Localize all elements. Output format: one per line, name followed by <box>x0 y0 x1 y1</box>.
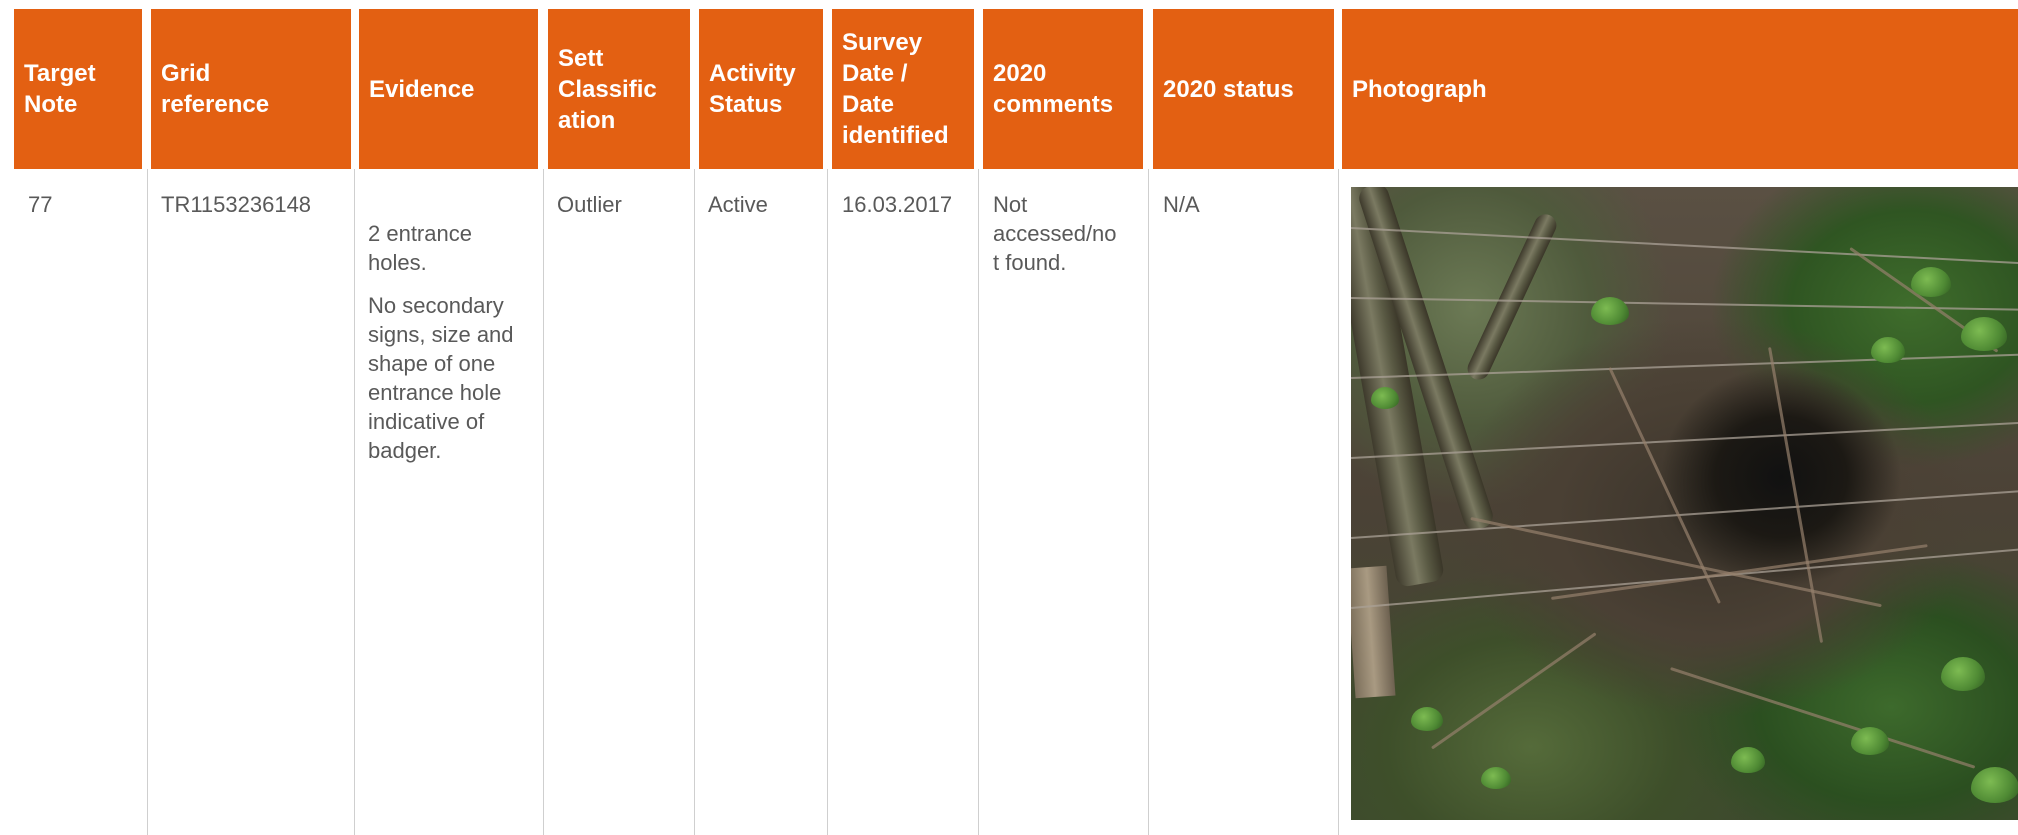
twig <box>1431 632 1597 750</box>
cell-activity-status: Active <box>708 192 768 217</box>
header-survey-date: Survey Date / Date identified <box>832 9 974 169</box>
leaf <box>1371 387 1399 409</box>
evidence-paragraph-1: 2 entrance holes. <box>368 221 472 275</box>
sett-photograph <box>1351 187 2018 820</box>
header-target-note: Target Note <box>14 9 142 169</box>
header-sett-classification: Sett Classific ation <box>548 9 690 169</box>
column-divider <box>543 169 544 835</box>
fence-post <box>1351 565 1396 699</box>
header-grid-reference: Grid reference <box>151 9 351 169</box>
column-divider <box>827 169 828 835</box>
cell-2020-status: N/A <box>1163 192 1200 217</box>
column-divider <box>978 169 979 835</box>
leaf <box>1411 707 1443 731</box>
cell-survey-date: 16.03.2017 <box>842 192 953 217</box>
cell-2020-comments: Not accessed/no t found. <box>993 192 1117 275</box>
cell-grid-reference: TR1153236148 <box>161 192 312 217</box>
header-activity-status: Activity Status <box>699 9 823 169</box>
header-evidence: Evidence <box>359 9 538 169</box>
leaf <box>1851 727 1889 755</box>
leaf <box>1871 337 1905 363</box>
leaf <box>1941 657 1985 691</box>
column-divider <box>354 169 355 835</box>
header-2020-comments: 2020 comments <box>983 9 1143 169</box>
header-photograph: Photograph <box>1342 9 2018 169</box>
twig <box>1768 347 1824 643</box>
twig <box>1608 367 1721 604</box>
twig <box>1551 544 1928 600</box>
column-divider <box>694 169 695 835</box>
leaf <box>1481 767 1511 789</box>
leaf <box>1971 767 2018 803</box>
cell-target-note: 77 <box>28 192 53 217</box>
leaf <box>1591 297 1629 325</box>
cell-sett-classification: Outlier <box>557 192 622 217</box>
leaf <box>1911 267 1951 297</box>
column-divider <box>1148 169 1149 835</box>
column-divider <box>147 169 148 835</box>
cell-evidence: 2 entrance holes. No secondary signs, si… <box>368 190 538 494</box>
fence-wire <box>1351 297 2018 312</box>
evidence-paragraph-2: No secondary signs, size and shape of on… <box>368 293 514 463</box>
leaf <box>1961 317 2007 351</box>
fence-wire <box>1351 352 2018 379</box>
header-2020-status: 2020 status <box>1153 9 1334 169</box>
twig <box>1670 667 1976 769</box>
sett-table: Target Note Grid reference Evidence Sett… <box>0 0 2018 835</box>
leaf <box>1731 747 1765 773</box>
fence-wire <box>1351 227 2018 266</box>
column-divider <box>1338 169 1339 835</box>
